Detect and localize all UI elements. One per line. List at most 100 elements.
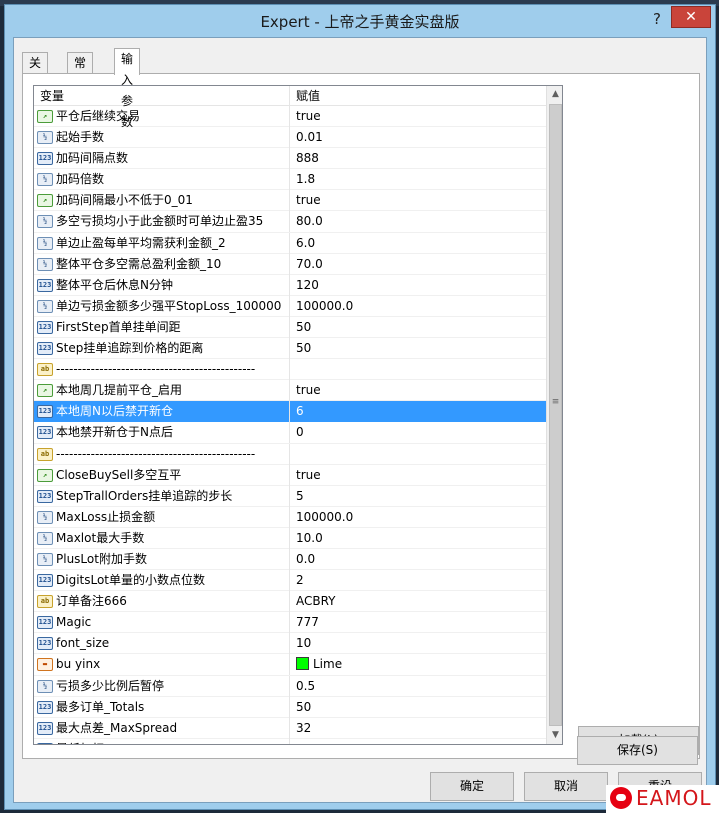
parameter-row[interactable]: 123 font_size 10 [34, 633, 546, 655]
parameter-name-cell[interactable]: ▬ bu yinx [34, 654, 290, 676]
parameter-value-cell[interactable]: 100000.0 [290, 507, 546, 528]
tab-about[interactable]: 关于 [22, 52, 49, 91]
tab-inputs[interactable]: 输入参数 [114, 48, 141, 129]
parameter-value-cell[interactable]: 0 [290, 422, 546, 443]
parameter-row[interactable]: 123 Step挂单追踪到价格的距离 50 [34, 338, 546, 360]
parameter-row[interactable]: 123 本地周N以后禁开新仓 6 [34, 401, 546, 423]
parameter-value-cell[interactable]: 120 [290, 275, 546, 296]
parameter-name-cell[interactable]: ½ 整体平仓多空需总盈利金额_10 [34, 253, 290, 275]
parameter-row[interactable]: 123 StepTrallOrders挂单追踪的步长 5 [34, 485, 546, 507]
parameter-row[interactable]: ½ 加码倍数 1.8 [34, 169, 546, 191]
parameter-name-cell[interactable]: 123 加码间隔点数 [34, 148, 290, 170]
parameter-value-cell[interactable]: 6.0 [290, 233, 546, 254]
save-button[interactable]: 保存(S) [577, 736, 698, 765]
parameter-row[interactable]: 123 加码间隔点数 888 [34, 148, 546, 170]
parameter-row[interactable]: ½ 亏损多少比例后暂停 0.5 [34, 675, 546, 697]
scrollbar-thumb[interactable]: ≡ [549, 104, 562, 726]
parameter-name-cell[interactable]: ½ MaxLoss止损金额 [34, 506, 290, 528]
parameter-value-cell[interactable]: 1.8 [290, 169, 546, 190]
parameter-row[interactable]: 123 本地禁开新仓于N点后 0 [34, 422, 546, 444]
parameter-row[interactable]: ½ PlusLot附加手数 0.0 [34, 548, 546, 571]
parameter-row[interactable]: ½ 起始手数 0.01 [34, 127, 546, 149]
tab-common[interactable]: 常用 [67, 52, 94, 91]
parameter-value-cell[interactable]: 777 [290, 612, 546, 633]
parameter-value-cell[interactable]: 50 [290, 317, 546, 338]
parameter-value-cell[interactable]: true [290, 465, 546, 486]
parameter-name-cell[interactable]: 123 本地禁开新仓于N点后 [34, 422, 290, 444]
parameter-name-cell[interactable]: ↗ 加码间隔最小不低于0_01 [34, 190, 290, 212]
parameter-row[interactable]: ½ 多空亏损均小于此金额时可单边止盈35 80.0 [34, 211, 546, 233]
parameter-name-cell[interactable]: ab 订单备注666 [34, 591, 290, 613]
color-swatch[interactable] [296, 657, 309, 671]
parameter-name-cell[interactable]: ½ 加码倍数 [34, 169, 290, 191]
title-bar[interactable]: Expert - 上帝之手黄金实盘版 ? ✕ [5, 5, 715, 36]
parameter-name-cell[interactable]: ½ 单边止盈每单平均需获利金额_2 [34, 232, 290, 254]
parameter-name-cell[interactable]: ½ 多空亏损均小于此金额时可单边止盈35 [34, 211, 290, 233]
parameter-row[interactable]: 123 DigitsLot单量的小数点位数 2 [34, 570, 546, 592]
parameter-value-cell[interactable] [290, 444, 546, 465]
parameter-value-cell[interactable]: 32 [290, 718, 546, 739]
parameter-name-cell[interactable]: 123 整体平仓后休息N分钟 [34, 274, 290, 296]
parameter-name-cell[interactable]: 123 Step挂单追踪到价格的距离 [34, 338, 290, 360]
parameter-value-cell[interactable]: 10 [290, 633, 546, 654]
parameter-row[interactable]: ½ 单边止盈每单平均需获利金额_2 6.0 [34, 232, 546, 254]
parameter-name-cell[interactable]: 123 FirstStep首单挂单间距 [34, 316, 290, 338]
parameter-value-cell[interactable]: 50 [290, 338, 546, 359]
scroll-down-arrow-icon[interactable]: ▼ [547, 727, 562, 744]
parameter-name-cell[interactable]: 123 最大点差_MaxSpread [34, 717, 290, 739]
parameter-row[interactable]: ↗ 本地周几提前平仓_启用 true [34, 380, 546, 402]
parameter-row[interactable]: ab --------------------------------------… [34, 359, 546, 381]
ok-button[interactable]: 确定 [430, 772, 514, 801]
parameter-row[interactable]: ½ 单边亏损金额多少强平StopLoss_100000 100000.0 [34, 295, 546, 317]
parameter-name-cell[interactable]: 123 最多订单_Totals [34, 696, 290, 718]
parameter-row[interactable]: ab --------------------------------------… [34, 443, 546, 465]
parameter-value-cell[interactable]: Lime [290, 654, 546, 675]
parameter-name-cell[interactable]: 123最低杠杆_Leverage [34, 738, 290, 744]
cancel-button[interactable]: 取消 [524, 772, 608, 801]
parameter-value-cell[interactable] [290, 359, 546, 380]
parameter-name-cell[interactable]: ½ 单边亏损金额多少强平StopLoss_100000 [34, 295, 290, 317]
parameter-name-cell[interactable]: ½ 起始手数 [34, 127, 290, 149]
parameter-value-cell[interactable]: 888 [290, 148, 546, 169]
parameter-row[interactable]: ½ 整体平仓多空需总盈利金额_10 70.0 [34, 253, 546, 275]
parameter-value-cell[interactable]: 5 [290, 486, 546, 507]
parameter-value-cell[interactable]: 10.0 [290, 528, 546, 549]
parameter-value-cell[interactable]: true [290, 106, 546, 127]
parameter-name-cell[interactable]: ↗ CloseBuySell多空互平 [34, 464, 290, 486]
parameter-value-cell[interactable]: true [290, 190, 546, 211]
parameter-row[interactable]: ½ Maxlot最大手数 10.0 [34, 527, 546, 549]
scroll-up-arrow-icon[interactable]: ▲ [547, 86, 562, 103]
column-header-variable[interactable]: 变量 [34, 86, 290, 106]
parameter-value-cell[interactable]: 2 [290, 570, 546, 591]
parameter-value-cell[interactable]: 100 [290, 739, 546, 744]
parameter-row[interactable]: 123最低杠杆_Leverage 100 [34, 738, 546, 744]
parameter-name-cell[interactable]: 123 DigitsLot单量的小数点位数 [34, 570, 290, 592]
parameter-row[interactable]: ½ MaxLoss止损金额 100000.0 [34, 506, 546, 528]
column-header-value[interactable]: 赋值 [290, 86, 546, 106]
help-button[interactable]: ? [645, 7, 669, 31]
parameter-value-cell[interactable]: 6 [290, 401, 546, 423]
parameter-row[interactable]: ab 订单备注666 ACBRY [34, 591, 546, 613]
parameter-name-cell[interactable]: ½ Maxlot最大手数 [34, 527, 290, 549]
parameter-value-cell[interactable]: 0.01 [290, 127, 546, 148]
parameter-value-cell[interactable]: 0.0 [290, 549, 546, 570]
parameter-row[interactable]: 123 整体平仓后休息N分钟 120 [34, 274, 546, 296]
parameter-value-cell[interactable]: 80.0 [290, 211, 546, 232]
parameter-row[interactable]: ↗ CloseBuySell多空互平 true [34, 464, 546, 486]
parameter-value-cell[interactable]: 70.0 [290, 254, 546, 275]
parameter-name-cell[interactable]: ab --------------------------------------… [34, 359, 290, 381]
vertical-scrollbar[interactable]: ▲ ≡ ▼ [546, 86, 562, 744]
parameter-row[interactable]: 123 FirstStep首单挂单间距 50 [34, 316, 546, 339]
parameter-name-cell[interactable]: 123 font_size [34, 633, 290, 655]
parameter-name-cell[interactable]: ↗ 本地周几提前平仓_启用 [34, 380, 290, 402]
parameter-name-cell[interactable]: ab --------------------------------------… [34, 443, 290, 465]
parameter-name-cell[interactable]: ↗ 平仓后继续交易 [34, 106, 290, 127]
parameter-name-cell[interactable]: ½ 亏损多少比例后暂停 [34, 675, 290, 697]
parameter-row[interactable]: ↗ 加码间隔最小不低于0_01 true [34, 190, 546, 212]
parameter-name-cell[interactable]: 123 StepTrallOrders挂单追踪的步长 [34, 485, 290, 507]
parameter-value-cell[interactable]: true [290, 380, 546, 401]
parameters-grid[interactable]: 变量 赋值 ↗ 平仓后继续交易 true ½ 起始手数 0.01 123 加码间隔点数 888 ½… [33, 85, 563, 745]
parameter-row[interactable]: 123 最多订单_Totals 50 [34, 696, 546, 718]
parameter-row[interactable]: 123 Magic 777 [34, 612, 546, 634]
parameter-value-cell[interactable]: 50 [290, 697, 546, 718]
